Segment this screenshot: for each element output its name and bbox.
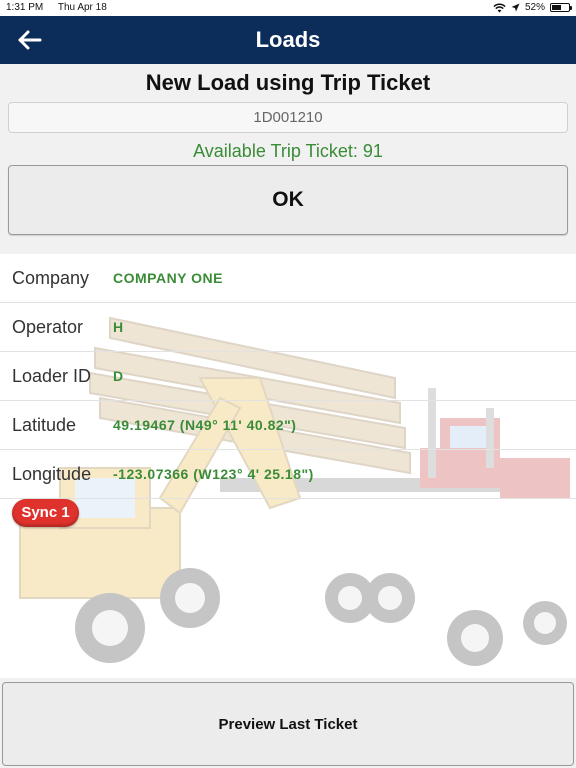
detail-value: COMPANY ONE: [113, 270, 223, 286]
form-heading: New Load using Trip Ticket: [145, 70, 431, 95]
status-bar: 1:31 PM Thu Apr 18 52%: [0, 0, 576, 16]
battery-percent: 52%: [524, 2, 545, 13]
detail-label: Loader ID: [12, 366, 92, 386]
detail-row-latitude: Latitude 49.19467 (N49° 11' 40.82"): [0, 401, 576, 450]
nav-bar: Loads: [0, 16, 576, 64]
location-arrow-icon: [511, 3, 520, 12]
wifi-icon: [493, 3, 506, 12]
detail-value: H: [113, 319, 124, 335]
battery-icon: [550, 3, 572, 12]
footer-area: Preview Last Ticket: [0, 678, 576, 768]
trip-ticket-input[interactable]: [8, 102, 568, 133]
status-time: 1:31 PM: [6, 2, 44, 13]
status-right: 52%: [493, 2, 572, 13]
detail-row-company: Company COMPANY ONE: [0, 254, 576, 303]
detail-row-longitude: Longitude -123.07366 (W123° 4' 25.18"): [0, 450, 576, 499]
ok-button[interactable]: OK: [8, 165, 568, 235]
load-details: Company COMPANY ONE Operator H Loader ID…: [0, 254, 576, 678]
page-title: Loads: [255, 27, 321, 52]
sync-badge[interactable]: Sync 1: [12, 499, 79, 527]
status-date: Thu Apr 18: [57, 2, 107, 13]
preview-last-ticket-button[interactable]: Preview Last Ticket: [2, 682, 574, 766]
trip-ticket-section: New Load using Trip Ticket Available Tri…: [0, 64, 576, 254]
detail-label: Operator: [12, 317, 84, 337]
detail-label: Latitude: [12, 415, 77, 435]
detail-value: 49.19467 (N49° 11' 40.82"): [113, 417, 297, 433]
detail-value: -123.07366 (W123° 4' 25.18"): [113, 466, 314, 482]
detail-row-loader-id: Loader ID D: [0, 352, 576, 401]
available-trip-ticket: Available Trip Ticket: 91: [193, 141, 383, 161]
detail-label: Company: [12, 268, 90, 288]
status-left: 1:31 PM Thu Apr 18: [6, 2, 119, 13]
detail-label: Longitude: [12, 464, 92, 484]
detail-value: D: [113, 368, 124, 384]
detail-row-operator: Operator H: [0, 303, 576, 352]
